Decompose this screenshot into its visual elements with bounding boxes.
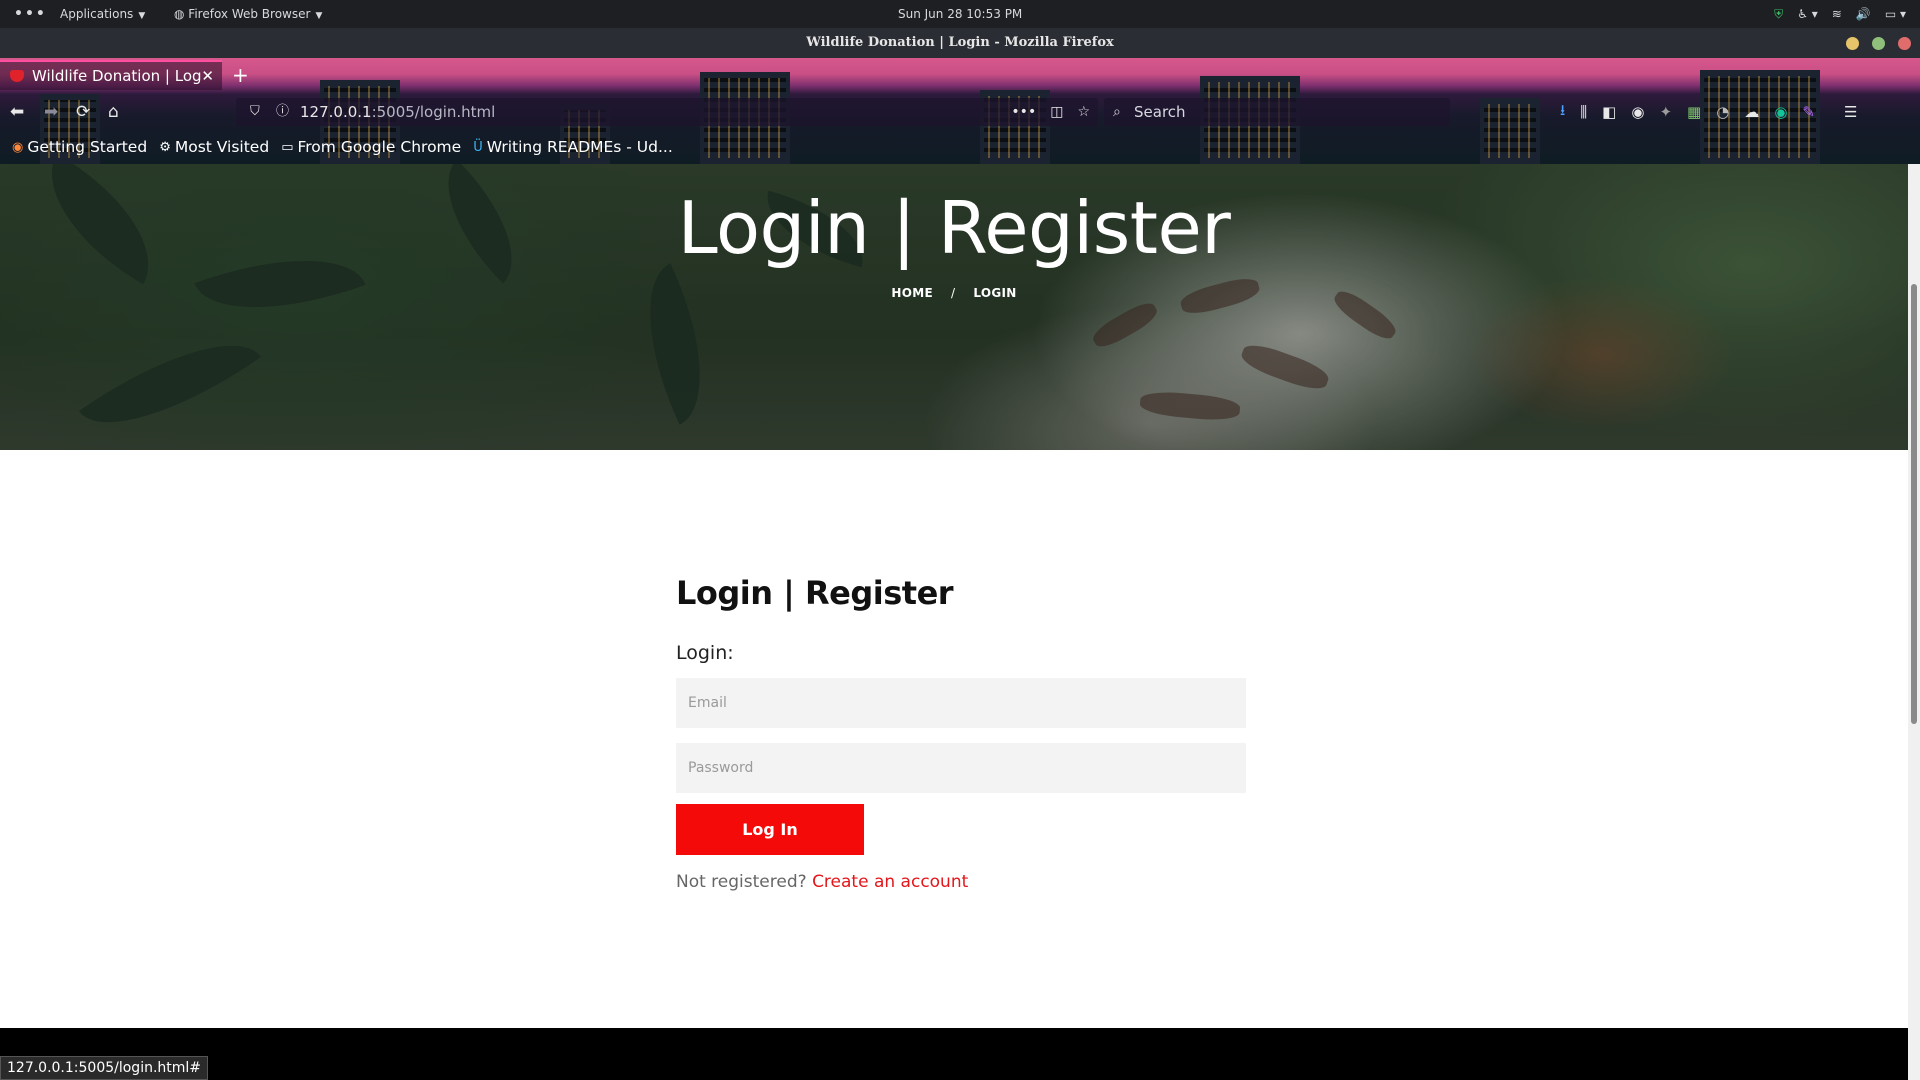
url-host: 127.0.0.1 [300,103,372,121]
close-button[interactable] [1898,37,1911,50]
scrollbar-thumb[interactable] [1911,284,1917,724]
folder-icon: ▭ [281,139,294,155]
page-scrollbar[interactable] [1908,164,1920,1080]
reload-icon[interactable]: ⟳ [76,94,90,130]
activities-dots-icon[interactable]: ••• [14,0,47,28]
window-titlebar: Wildlife Donation | Login - Mozilla Fire… [0,28,1920,58]
applications-menu-label: Applications [60,7,134,21]
bookmark-folder-google-chrome[interactable]: ▭ From Google Chrome [281,138,461,156]
active-app-menu[interactable]: ◍ Firefox Web Browser ▼ [174,0,322,28]
register-prompt-text: Not registered? [676,872,807,892]
create-account-link[interactable]: Create an account [812,872,968,892]
site-info-icon[interactable]: ⓘ [276,98,289,126]
page-viewport: Login | Register HOME / LOGIN Login | Regi… [0,164,1908,1080]
login-button[interactable]: Log In [676,804,864,855]
library-icon[interactable]: ⫼ [1580,103,1587,121]
hero-title: Login | Register [677,186,1231,270]
back-icon[interactable]: ⬅ [10,94,24,130]
breadcrumb: HOME / LOGIN [0,286,1908,300]
breadcrumb-current: LOGIN [973,286,1017,300]
minimize-button[interactable] [1846,37,1859,50]
chevron-down-icon: ▼ [315,11,323,21]
firefox-icon: ◍ [174,7,189,21]
bookmark-label: Most Visited [174,138,270,156]
volume-icon[interactable]: 🔊 [1856,0,1871,28]
clock[interactable]: Sun Jun 28 10:53 PM [898,0,1022,28]
chevron-down-icon: ▼ [138,11,146,21]
address-bar-actions: ••• ◫ ☆ [1011,98,1090,126]
shield-icon[interactable]: ⛨ [1774,0,1783,28]
close-tab-icon[interactable]: ✕ [201,62,214,90]
wifi-icon[interactable]: ≋ [1832,0,1842,28]
bookmarks-toolbar: ◉ Getting Started ⚙ Most Visited ▭ From Goo… [0,132,1920,162]
bookmark-label: From Google Chrome [297,138,462,156]
bookmark-star-icon[interactable]: ☆ [1077,98,1090,126]
bookmark-getting-started[interactable]: ◉ Getting Started [12,138,147,156]
search-input[interactable]: ⌕ Search [1104,98,1450,126]
url-text: 127.0.0.1:5005/login.html [300,98,495,126]
tracking-shield-icon[interactable]: ⛉ [250,98,260,126]
pocket-icon[interactable]: ◫ [1050,98,1063,126]
active-app-label: Firefox Web Browser [188,7,311,21]
account-icon[interactable]: ◉ [1631,103,1644,121]
extension-meter-icon[interactable]: ▦ [1687,103,1701,121]
udacity-icon: Ü [473,139,483,155]
bookmark-label: Getting Started [27,138,148,156]
downloads-icon[interactable]: ⭳ [1560,100,1565,125]
hero-banner: Login | Register HOME / LOGIN [0,164,1908,450]
extension-cloud-icon[interactable]: ☁ [1744,103,1759,121]
heart-favicon-icon [10,70,24,82]
system-tray: ⛨ ♿ ▾ ≋ 🔊 ▭ ▾ [1774,0,1906,28]
link-status-bar: 127.0.0.1:5005/login.html# [0,1056,209,1080]
form-title: Login | Register [676,574,954,612]
firefox-icon: ◉ [12,139,24,155]
menu-icon[interactable]: ☰ [1844,103,1857,121]
forward-icon[interactable]: ➡ [44,94,58,130]
register-prompt: Not registered? Create an account [676,872,968,892]
bookmark-most-visited[interactable]: ⚙ Most Visited [159,138,269,156]
extension-icon[interactable]: ✦ [1659,103,1672,121]
accessibility-icon[interactable]: ♿ ▾ [1797,0,1818,28]
applications-menu[interactable]: Applications ▼ [60,0,145,28]
extension-pen-icon[interactable]: ✎ [1802,103,1815,121]
email-field[interactable] [676,678,1246,728]
tab-title: Wildlife Donation | Log [32,67,202,85]
search-icon: ⌕ [1113,104,1121,120]
breadcrumb-home-link[interactable]: HOME [891,286,933,300]
toolbar-icons: ⭳ ⫼ ◧ ◉ ✦ ▦ ◔ ☁ ◉ ✎ ☰ [1560,94,1857,130]
navigation-toolbar: ⬅ ➡ ⟳ ⌂ ⛉ ⓘ 127.0.0.1:5005/login.html ••… [0,94,1920,130]
sidebar-icon[interactable]: ◧ [1602,103,1616,121]
maximize-button[interactable] [1872,37,1885,50]
bookmark-label: Writing READMEs - Ud... [486,138,673,156]
extension-bulb-icon[interactable]: ◔ [1716,103,1729,121]
new-tab-icon[interactable]: + [232,60,249,90]
grammarly-icon[interactable]: ◉ [1774,103,1787,121]
bookmark-writing-readmes[interactable]: Ü Writing READMEs - Ud... [473,138,673,156]
window-title: Wildlife Donation | Login - Mozilla Fire… [806,35,1114,50]
browser-tab[interactable]: Wildlife Donation | Log ✕ [0,60,222,90]
login-section-label: Login: [676,642,734,664]
gear-icon: ⚙ [159,139,171,155]
url-path: :5005/login.html [371,103,496,121]
page-footer [0,1028,1908,1080]
system-top-panel: ••• Applications ▼ ◍ Firefox Web Browser ▼… [0,0,1920,28]
browser-chrome: Wildlife Donation | Log ✕ + ⬅ ➡ ⟳ ⌂ ⛉ ⓘ … [0,58,1920,164]
battery-icon[interactable]: ▭ ▾ [1885,0,1906,28]
page-actions-icon[interactable]: ••• [1011,98,1036,126]
breadcrumb-separator: / [950,286,956,300]
password-field[interactable] [676,743,1246,793]
search-placeholder: Search [1134,103,1186,121]
home-icon[interactable]: ⌂ [108,94,119,130]
address-bar[interactable]: ⛉ ⓘ 127.0.0.1:5005/login.html ••• ◫ ☆ [236,98,1098,126]
